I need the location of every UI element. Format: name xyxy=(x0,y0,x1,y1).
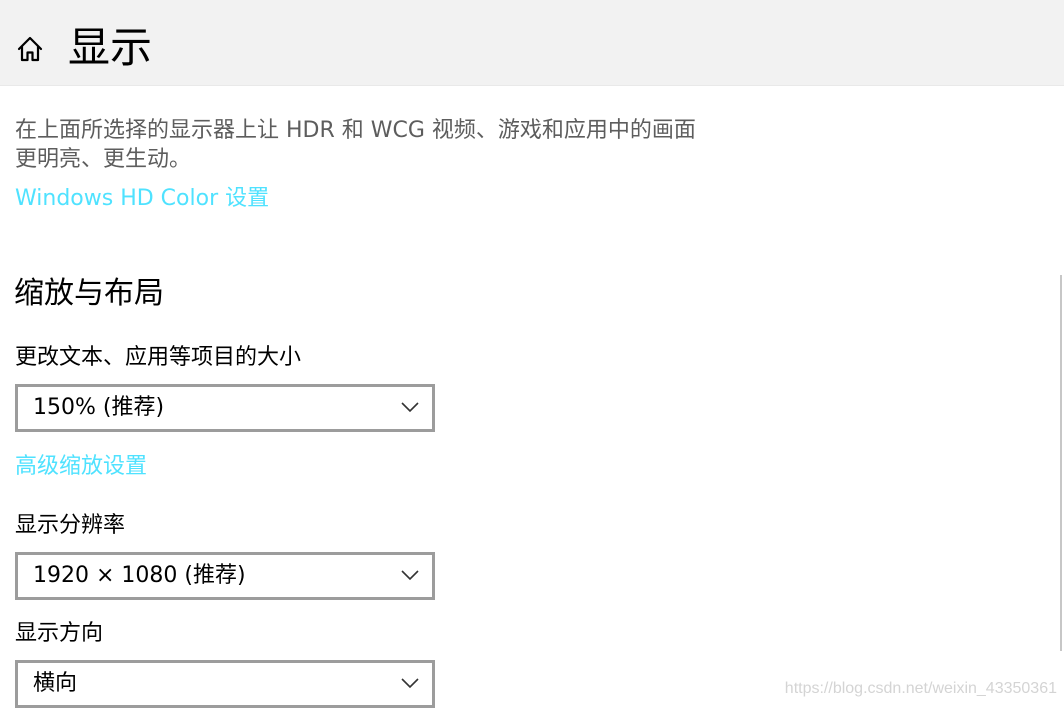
settings-page: 显示 在上面所选择的显示器上让 HDR 和 WCG 视频、游戏和应用中的画面更明… xyxy=(0,0,1064,708)
page-title: 显示 xyxy=(68,23,153,72)
watermark-text: https://blog.csdn.net/weixin_43350361 xyxy=(784,680,1057,697)
resolution-label: 显示分辨率 xyxy=(15,513,126,538)
chevron-down-icon xyxy=(401,402,419,413)
chevron-down-icon xyxy=(401,570,419,581)
scale-dropdown-value: 150% (推荐) xyxy=(33,395,165,420)
resolution-dropdown[interactable]: 1920 × 1080 (推荐) xyxy=(15,552,435,600)
orientation-dropdown[interactable]: 横向 xyxy=(15,660,435,708)
chevron-down-icon xyxy=(401,678,419,689)
scale-dropdown[interactable]: 150% (推荐) xyxy=(15,384,435,432)
scrollbar[interactable] xyxy=(1060,275,1062,651)
hd-color-settings-link[interactable]: Windows HD Color 设置 xyxy=(15,184,269,214)
orientation-label: 显示方向 xyxy=(15,621,104,646)
orientation-dropdown-value: 横向 xyxy=(33,671,78,696)
home-icon[interactable] xyxy=(14,33,46,65)
text-size-label: 更改文本、应用等项目的大小 xyxy=(15,345,302,370)
page-header: 显示 xyxy=(0,0,1064,86)
resolution-dropdown-value: 1920 × 1080 (推荐) xyxy=(33,563,246,588)
advanced-scaling-link[interactable]: 高级缩放设置 xyxy=(15,452,147,482)
section-title-scale-layout: 缩放与布局 xyxy=(14,276,164,311)
hdr-description: 在上面所选择的显示器上让 HDR 和 WCG 视频、游戏和应用中的画面更明亮、更… xyxy=(15,118,696,172)
